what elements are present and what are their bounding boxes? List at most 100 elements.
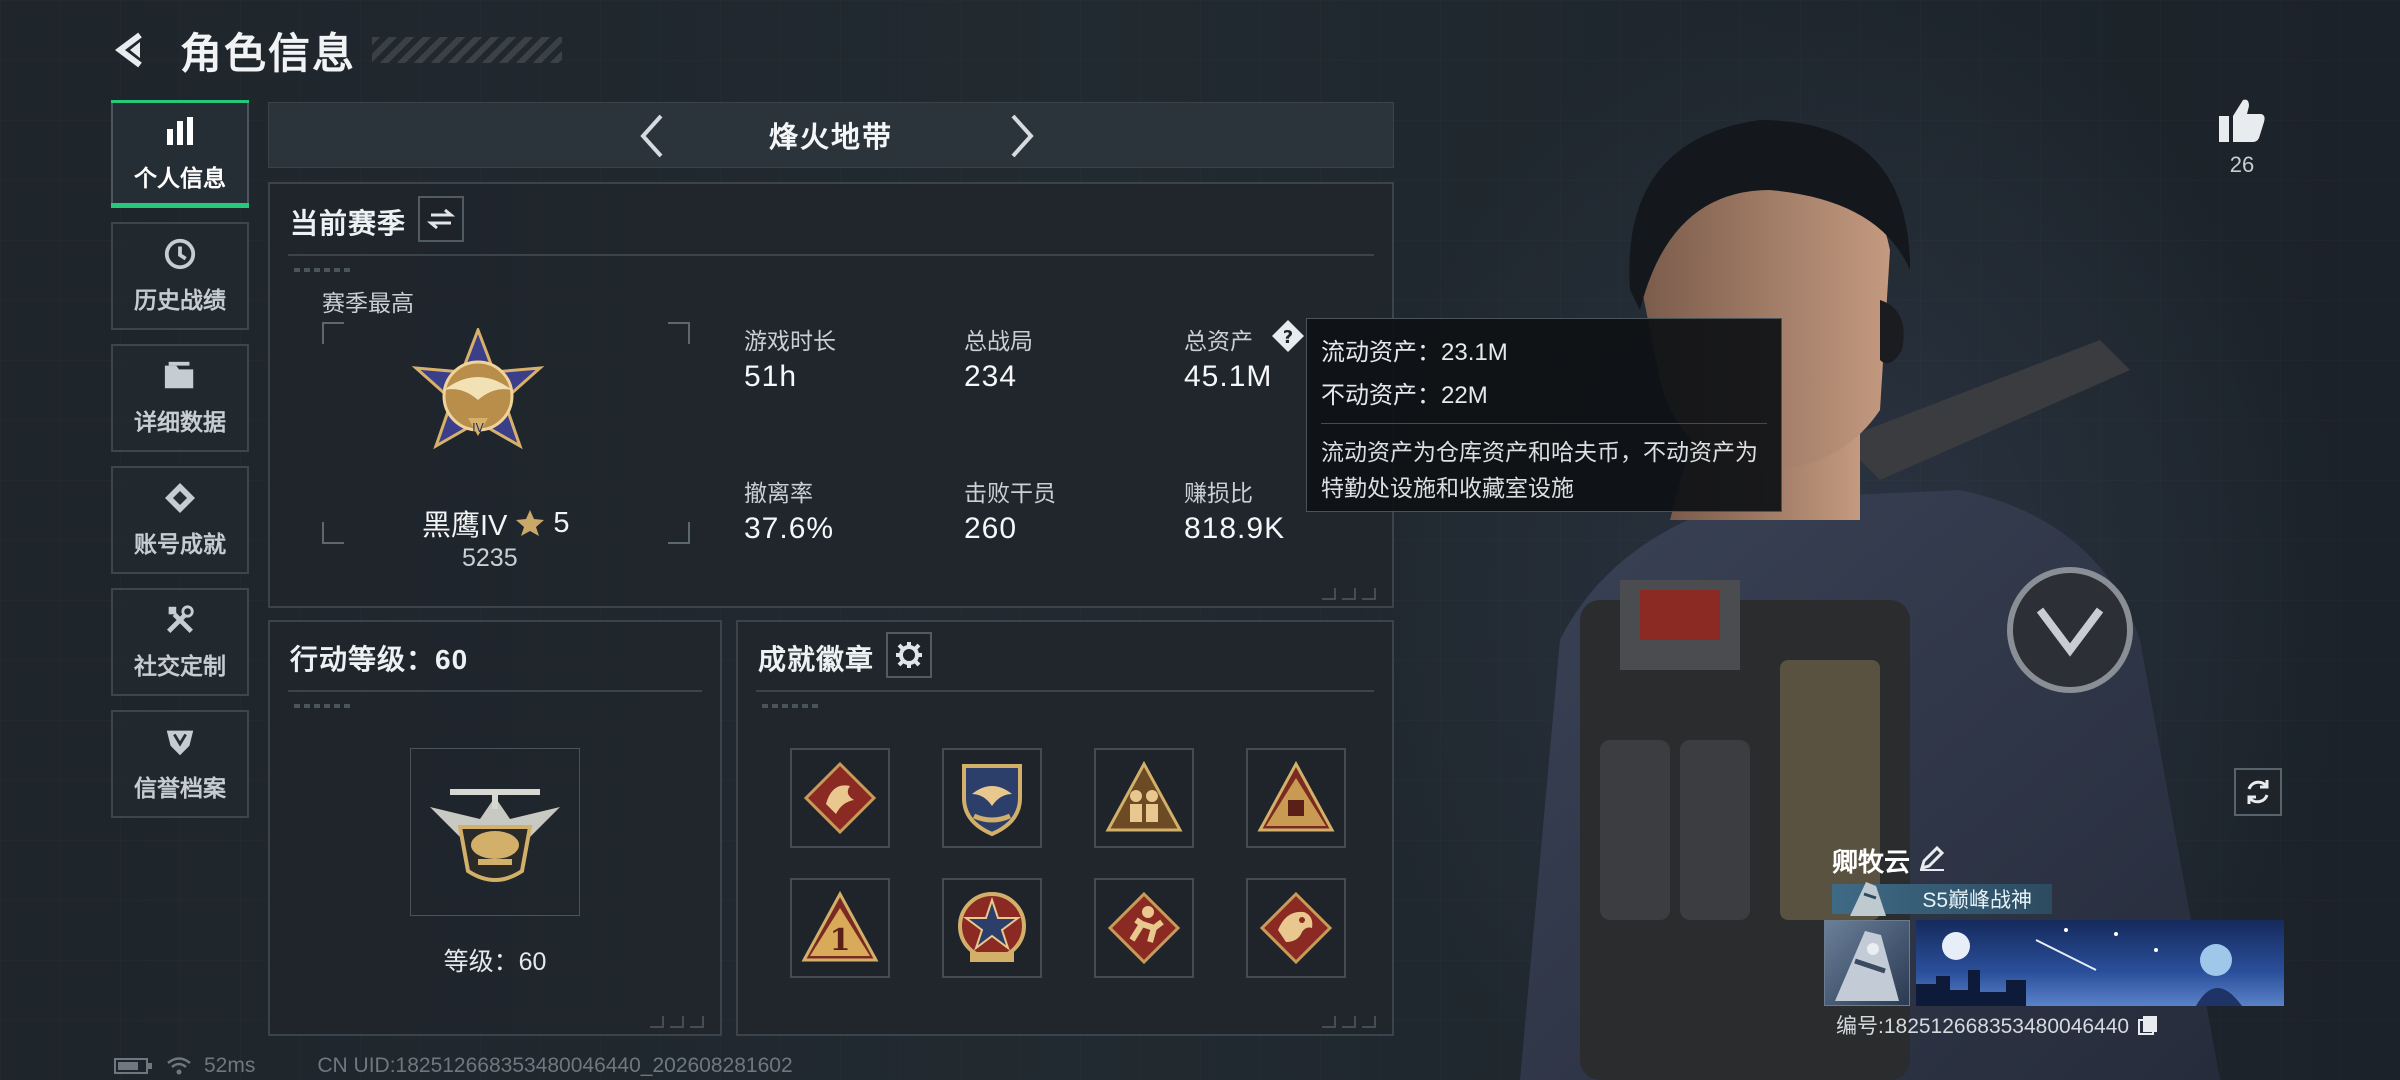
stat-value-playtime: 51h xyxy=(744,360,798,393)
sidebar-item-history[interactable]: 历史战绩 xyxy=(111,222,249,330)
number-one-badge-icon: 1 xyxy=(801,890,879,962)
rank-stars: 5 xyxy=(553,506,570,539)
refresh-button[interactable] xyxy=(2234,768,2282,816)
panel-divider xyxy=(288,254,1374,256)
stat-value-extraction-rate: 37.6% xyxy=(744,512,835,545)
badge-slot[interactable] xyxy=(942,878,1042,978)
status-bar: 52ms CN UID:182512668353480046440_202608… xyxy=(114,1054,793,1078)
frame-corner xyxy=(322,322,344,344)
rank-points: 5235 xyxy=(462,544,518,572)
svg-text:1: 1 xyxy=(830,923,851,958)
badge-slot[interactable] xyxy=(1246,748,1346,848)
sidebar-item-label: 社交定制 xyxy=(134,653,226,679)
copy-id-button[interactable] xyxy=(2137,1014,2159,1036)
stat-label-matches: 总战局 xyxy=(964,328,1033,354)
player-name: 卿牧云 xyxy=(1832,847,1911,877)
folder-icon xyxy=(163,359,197,393)
tooltip-divider xyxy=(1321,423,1767,424)
page-title: 角色信息 xyxy=(180,29,357,77)
svg-text:?: ? xyxy=(1283,327,1293,348)
wifi-icon xyxy=(167,1057,191,1075)
stat-value-kills: 260 xyxy=(964,512,1018,545)
badge-slot[interactable] xyxy=(1246,878,1346,978)
player-card: 卿牧云 S5巅峰战神 编号:1825126683534800464​40 xyxy=(1824,840,2284,1050)
panel-corner-marks xyxy=(1322,588,1382,600)
frame-corner xyxy=(668,522,690,544)
stat-label-kills: 击败干员 xyxy=(964,480,1056,506)
history-icon xyxy=(163,237,197,271)
mode-prev-button[interactable] xyxy=(629,113,675,159)
badges-settings-button[interactable] xyxy=(886,632,932,678)
runner-badge-icon xyxy=(1107,891,1181,965)
svg-text:IV: IV xyxy=(472,421,485,435)
sidebar: 个人信息 历史战绩 详细数据 账号成就 社交定制 信誉档案 xyxy=(111,100,249,832)
player-title: S5巅峰战神 xyxy=(1922,889,2032,912)
chevron-right-icon xyxy=(1011,114,1034,158)
stat-label-assets: 总资产 xyxy=(1184,328,1253,354)
shield-icon xyxy=(163,725,197,759)
sidebar-item-label: 账号成就 xyxy=(134,531,226,557)
panel-divider xyxy=(756,690,1374,692)
divider-ticks xyxy=(762,704,822,708)
pencil-icon xyxy=(1919,845,1945,871)
tooltip-description: 流动资产为仓库资产和哈夫币，不动资产为特勤处设施和收藏室设施 xyxy=(1321,439,1758,501)
badge-slot[interactable] xyxy=(1094,878,1194,978)
level-emblem-frame xyxy=(410,748,580,916)
mech-avatar-icon xyxy=(1835,931,1899,1001)
like-block[interactable]: 26 xyxy=(2214,96,2270,178)
eagle-shield-badge-icon xyxy=(962,764,1022,837)
sidebar-item-profile[interactable]: 个人信息 xyxy=(111,100,249,208)
helicopter-level-emblem-icon xyxy=(430,789,560,882)
action-level-panel: 行动等级：60 等级：60 xyxy=(268,620,722,1036)
badge-slot[interactable]: 1 xyxy=(790,878,890,978)
rank-line: 黑鹰IV 5 xyxy=(422,502,570,544)
star-icon xyxy=(516,510,545,536)
sidebar-item-achievements[interactable]: 账号成就 xyxy=(111,466,249,574)
season-switch-button[interactable] xyxy=(418,196,464,242)
copy-icon xyxy=(2138,1016,2158,1035)
sidebar-item-label: 历史战绩 xyxy=(134,287,226,313)
stat-value-profit-ratio: 818.9K xyxy=(1184,512,1286,545)
sidebar-item-credit[interactable]: 信誉档案 xyxy=(111,710,249,818)
battery-icon xyxy=(114,1058,152,1074)
badge-slot[interactable] xyxy=(942,748,1042,848)
action-level-title: 行动等级：60 xyxy=(290,644,469,675)
player-banner[interactable] xyxy=(1916,920,2284,1006)
badges-panel: 成就徽章 1 xyxy=(736,620,1394,1036)
night-sky-banner-icon xyxy=(1916,928,2242,1006)
sidebar-item-details[interactable]: 详细数据 xyxy=(111,344,249,452)
season-best-label: 赛季最高 xyxy=(322,290,414,316)
soldiers-badge-icon xyxy=(1105,760,1183,832)
mode-title: 烽火地带 xyxy=(768,122,893,154)
season-title: 当前赛季 xyxy=(290,208,407,239)
sidebar-item-social[interactable]: 社交定制 xyxy=(111,588,249,696)
star-emblem-badge-icon xyxy=(958,892,1026,962)
assets-tooltip: 流动资产：23.1M 不动资产：22M 流动资产为仓库资产和哈夫币，不动资产为特… xyxy=(1306,318,1782,512)
assets-help-button[interactable]: ? xyxy=(1270,318,1306,354)
back-arrow-icon xyxy=(115,32,142,68)
tools-icon xyxy=(163,603,197,637)
player-id: 编号:1825126683534800464​40 xyxy=(1836,1015,2130,1038)
rank-emblem: IV xyxy=(408,325,548,468)
gear-icon xyxy=(896,642,922,668)
uid-text: CN UID:182512668353480046440_20260828160… xyxy=(317,1054,793,1077)
mode-selector: 烽火地带 xyxy=(268,102,1394,168)
title-decoration xyxy=(372,37,563,63)
bar-chart-icon xyxy=(163,115,197,149)
stat-label-extraction-rate: 撤离率 xyxy=(744,480,813,506)
title-emblem xyxy=(1846,876,1892,920)
sidebar-item-label: 个人信息 xyxy=(134,165,226,191)
dragon-badge-icon xyxy=(803,761,877,835)
dragon-head-badge-icon xyxy=(1259,891,1333,965)
frame-corner xyxy=(322,522,344,544)
stat-value-matches: 234 xyxy=(964,360,1018,393)
tooltip-fixed-assets: 不动资产：22M xyxy=(1321,382,1488,409)
player-avatar[interactable] xyxy=(1824,920,1910,1006)
badge-slot[interactable] xyxy=(790,748,890,848)
edit-name-button[interactable] xyxy=(1918,844,1948,874)
chevron-left-icon xyxy=(640,114,663,158)
back-button[interactable] xyxy=(110,28,154,72)
player-id-line: 编号:1825126683534800464​40 xyxy=(1836,1010,2159,1040)
mode-next-button[interactable] xyxy=(999,113,1045,159)
badge-slot[interactable] xyxy=(1094,748,1194,848)
